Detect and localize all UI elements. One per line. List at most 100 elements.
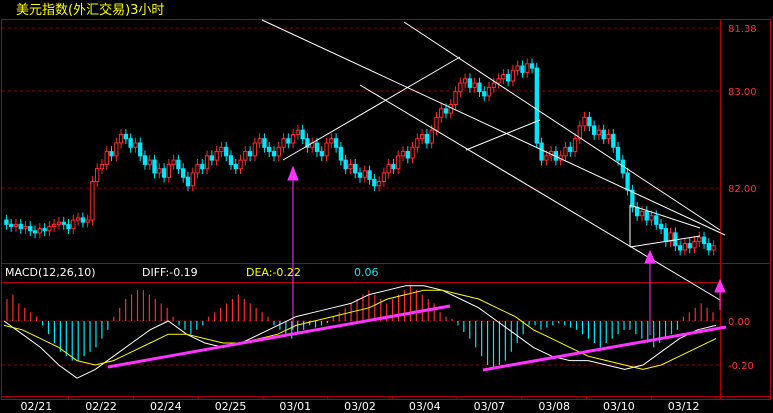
candle-body xyxy=(18,223,23,230)
candle-body xyxy=(37,228,43,234)
macd-divergence-line-1 xyxy=(107,304,451,369)
candle-body xyxy=(467,78,473,88)
arrow-head-1 xyxy=(287,165,299,181)
candle-body xyxy=(634,206,640,217)
candle-body xyxy=(405,151,410,159)
candle-body xyxy=(396,155,401,170)
candle-body xyxy=(32,230,38,234)
date-label: 03/12 xyxy=(668,400,700,413)
candle-body xyxy=(410,146,415,159)
candle-body xyxy=(539,142,544,161)
candle-body xyxy=(214,151,219,161)
date-label: 03/01 xyxy=(279,400,311,413)
candle-body xyxy=(496,78,501,84)
candle-body xyxy=(477,82,482,93)
candle-body xyxy=(300,129,305,140)
candle-body xyxy=(166,163,172,178)
candle-body xyxy=(80,217,86,223)
date-label: 03/02 xyxy=(344,400,376,413)
candle-body xyxy=(682,243,688,251)
candle-body xyxy=(66,223,71,230)
candle-body xyxy=(171,159,176,165)
candle-body xyxy=(329,138,334,144)
date-label: 02/25 xyxy=(215,400,247,413)
date-label: 03/08 xyxy=(538,400,570,413)
candle-body xyxy=(525,63,530,73)
candle-body xyxy=(544,155,549,161)
chart-title: 美元指数(外汇交易)3小时 xyxy=(16,2,164,18)
candle-body xyxy=(615,146,621,161)
candle-body xyxy=(386,163,391,174)
candle-body xyxy=(90,181,95,221)
candle-body xyxy=(138,142,143,157)
candle-body xyxy=(491,82,496,88)
price-tick-label: 82.00 xyxy=(728,184,757,195)
candle-body xyxy=(23,225,28,230)
candle-body xyxy=(271,151,277,157)
macd-tick-label: -0.20 xyxy=(728,361,754,372)
candle-body xyxy=(701,236,707,245)
candle-body xyxy=(47,225,52,232)
macd-tick-label: 0.00 xyxy=(728,317,750,328)
candle-body xyxy=(4,219,9,225)
candle-body xyxy=(233,163,238,170)
candle-body xyxy=(663,228,668,242)
candle-body xyxy=(123,133,129,140)
candle-body xyxy=(185,176,191,187)
trendline-channel-upper-2 xyxy=(403,21,721,231)
candle-body xyxy=(99,163,105,170)
candle-body xyxy=(161,168,167,178)
candle-body xyxy=(434,116,439,131)
candle-body xyxy=(419,133,425,140)
candle-body xyxy=(238,159,243,170)
candle-body xyxy=(424,133,430,144)
candle-body xyxy=(281,138,286,148)
candle-body xyxy=(415,138,420,148)
candle-body xyxy=(56,221,62,225)
candle-body xyxy=(61,221,66,225)
candle-body xyxy=(257,138,262,144)
candle-body xyxy=(529,63,535,69)
candle-body xyxy=(587,116,592,127)
candle-body xyxy=(181,168,186,178)
candle-body xyxy=(252,142,258,157)
candle-body xyxy=(687,243,692,249)
candle-body xyxy=(501,74,506,80)
candle-body xyxy=(104,151,109,165)
candle-body xyxy=(505,74,511,82)
date-label: 03/07 xyxy=(474,400,506,413)
macd-diff-line xyxy=(3,285,717,379)
candle-body xyxy=(520,65,525,73)
price-tick-label: 81.38 xyxy=(728,24,757,35)
candle-body xyxy=(71,219,76,230)
candle-body xyxy=(333,138,339,148)
candle-body xyxy=(472,82,477,88)
trendline-small-channel-1 xyxy=(465,119,541,151)
date-label: 02/24 xyxy=(150,400,182,413)
candle-body xyxy=(28,225,33,232)
candle-body xyxy=(75,217,81,221)
candle-body xyxy=(644,210,649,221)
chart-canvas: 美元指数(外汇交易)3小时 81.38 83.00 82.00 MACD(12,26… xyxy=(1,2,771,413)
candle-body xyxy=(596,129,602,135)
candle-body xyxy=(147,159,152,165)
divergence-arrows xyxy=(287,165,726,335)
candle-body xyxy=(13,223,19,227)
candle-body xyxy=(224,146,229,157)
candle-body xyxy=(276,146,281,157)
candle-body xyxy=(142,155,148,165)
trendline-small-channel-2 xyxy=(629,204,701,229)
candle-body xyxy=(606,133,611,140)
candle-body xyxy=(649,215,654,221)
date-label: 03/04 xyxy=(409,400,441,413)
arrow-head-3 xyxy=(714,278,726,293)
candle-body xyxy=(462,78,468,84)
candle-body xyxy=(114,142,119,157)
date-label: 02/22 xyxy=(85,400,117,413)
candle-body xyxy=(319,151,324,157)
candle-body xyxy=(85,219,90,223)
candle-body xyxy=(482,91,487,97)
date-label: 03/10 xyxy=(603,400,635,413)
candle-body xyxy=(133,142,138,148)
candle-body xyxy=(706,243,712,251)
